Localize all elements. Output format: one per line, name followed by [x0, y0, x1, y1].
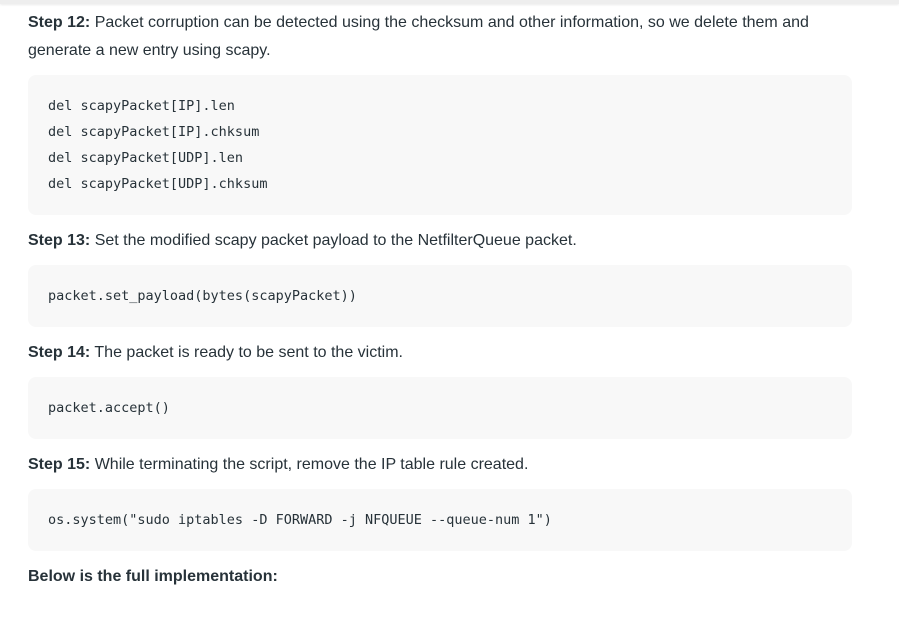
top-bar: [0, 0, 899, 4]
step-13-text: Step 13: Set the modified scapy packet p…: [28, 227, 852, 255]
step-13-code-block[interactable]: packet.set_payload(bytes(scapyPacket)): [28, 265, 852, 327]
step-14-label: Step 14:: [28, 344, 91, 361]
step-13-label: Step 13:: [28, 232, 91, 249]
step-15-label: Step 15:: [28, 456, 91, 473]
step-14-code-block[interactable]: packet.accept(): [28, 377, 852, 439]
article-content: Step 12: Packet corruption can be detect…: [28, 9, 852, 591]
full-implementation-heading: Below is the full implementation:: [28, 568, 278, 585]
code-line: del scapyPacket[IP].len: [48, 98, 235, 114]
step-15-code-block[interactable]: os.system("sudo iptables -D FORWARD -j N…: [28, 489, 852, 551]
step-13-description: Set the modified scapy packet payload to…: [90, 232, 577, 249]
step-15-text: Step 15: While terminating the script, r…: [28, 451, 852, 479]
code-line: os.system("sudo iptables -D FORWARD -j N…: [48, 512, 552, 528]
step-15-description: While terminating the script, remove the…: [90, 456, 529, 473]
code-line: del scapyPacket[UDP].len: [48, 150, 244, 166]
step-12-label: Step 12:: [28, 14, 91, 31]
code-line: del scapyPacket[IP].chksum: [48, 124, 260, 140]
code-line: packet.accept(): [48, 400, 170, 416]
code-line: packet.set_payload(bytes(scapyPacket)): [48, 288, 357, 304]
code-line: del scapyPacket[UDP].chksum: [48, 176, 268, 192]
step-12-description: Packet corruption can be detected using …: [28, 14, 809, 59]
step-14-description: The packet is ready to be sent to the vi…: [90, 344, 403, 361]
step-12-code-block[interactable]: del scapyPacket[IP].len del scapyPacket[I…: [28, 75, 852, 215]
step-14-text: Step 14: The packet is ready to be sent …: [28, 339, 852, 367]
step-12-text: Step 12: Packet corruption can be detect…: [28, 9, 852, 65]
